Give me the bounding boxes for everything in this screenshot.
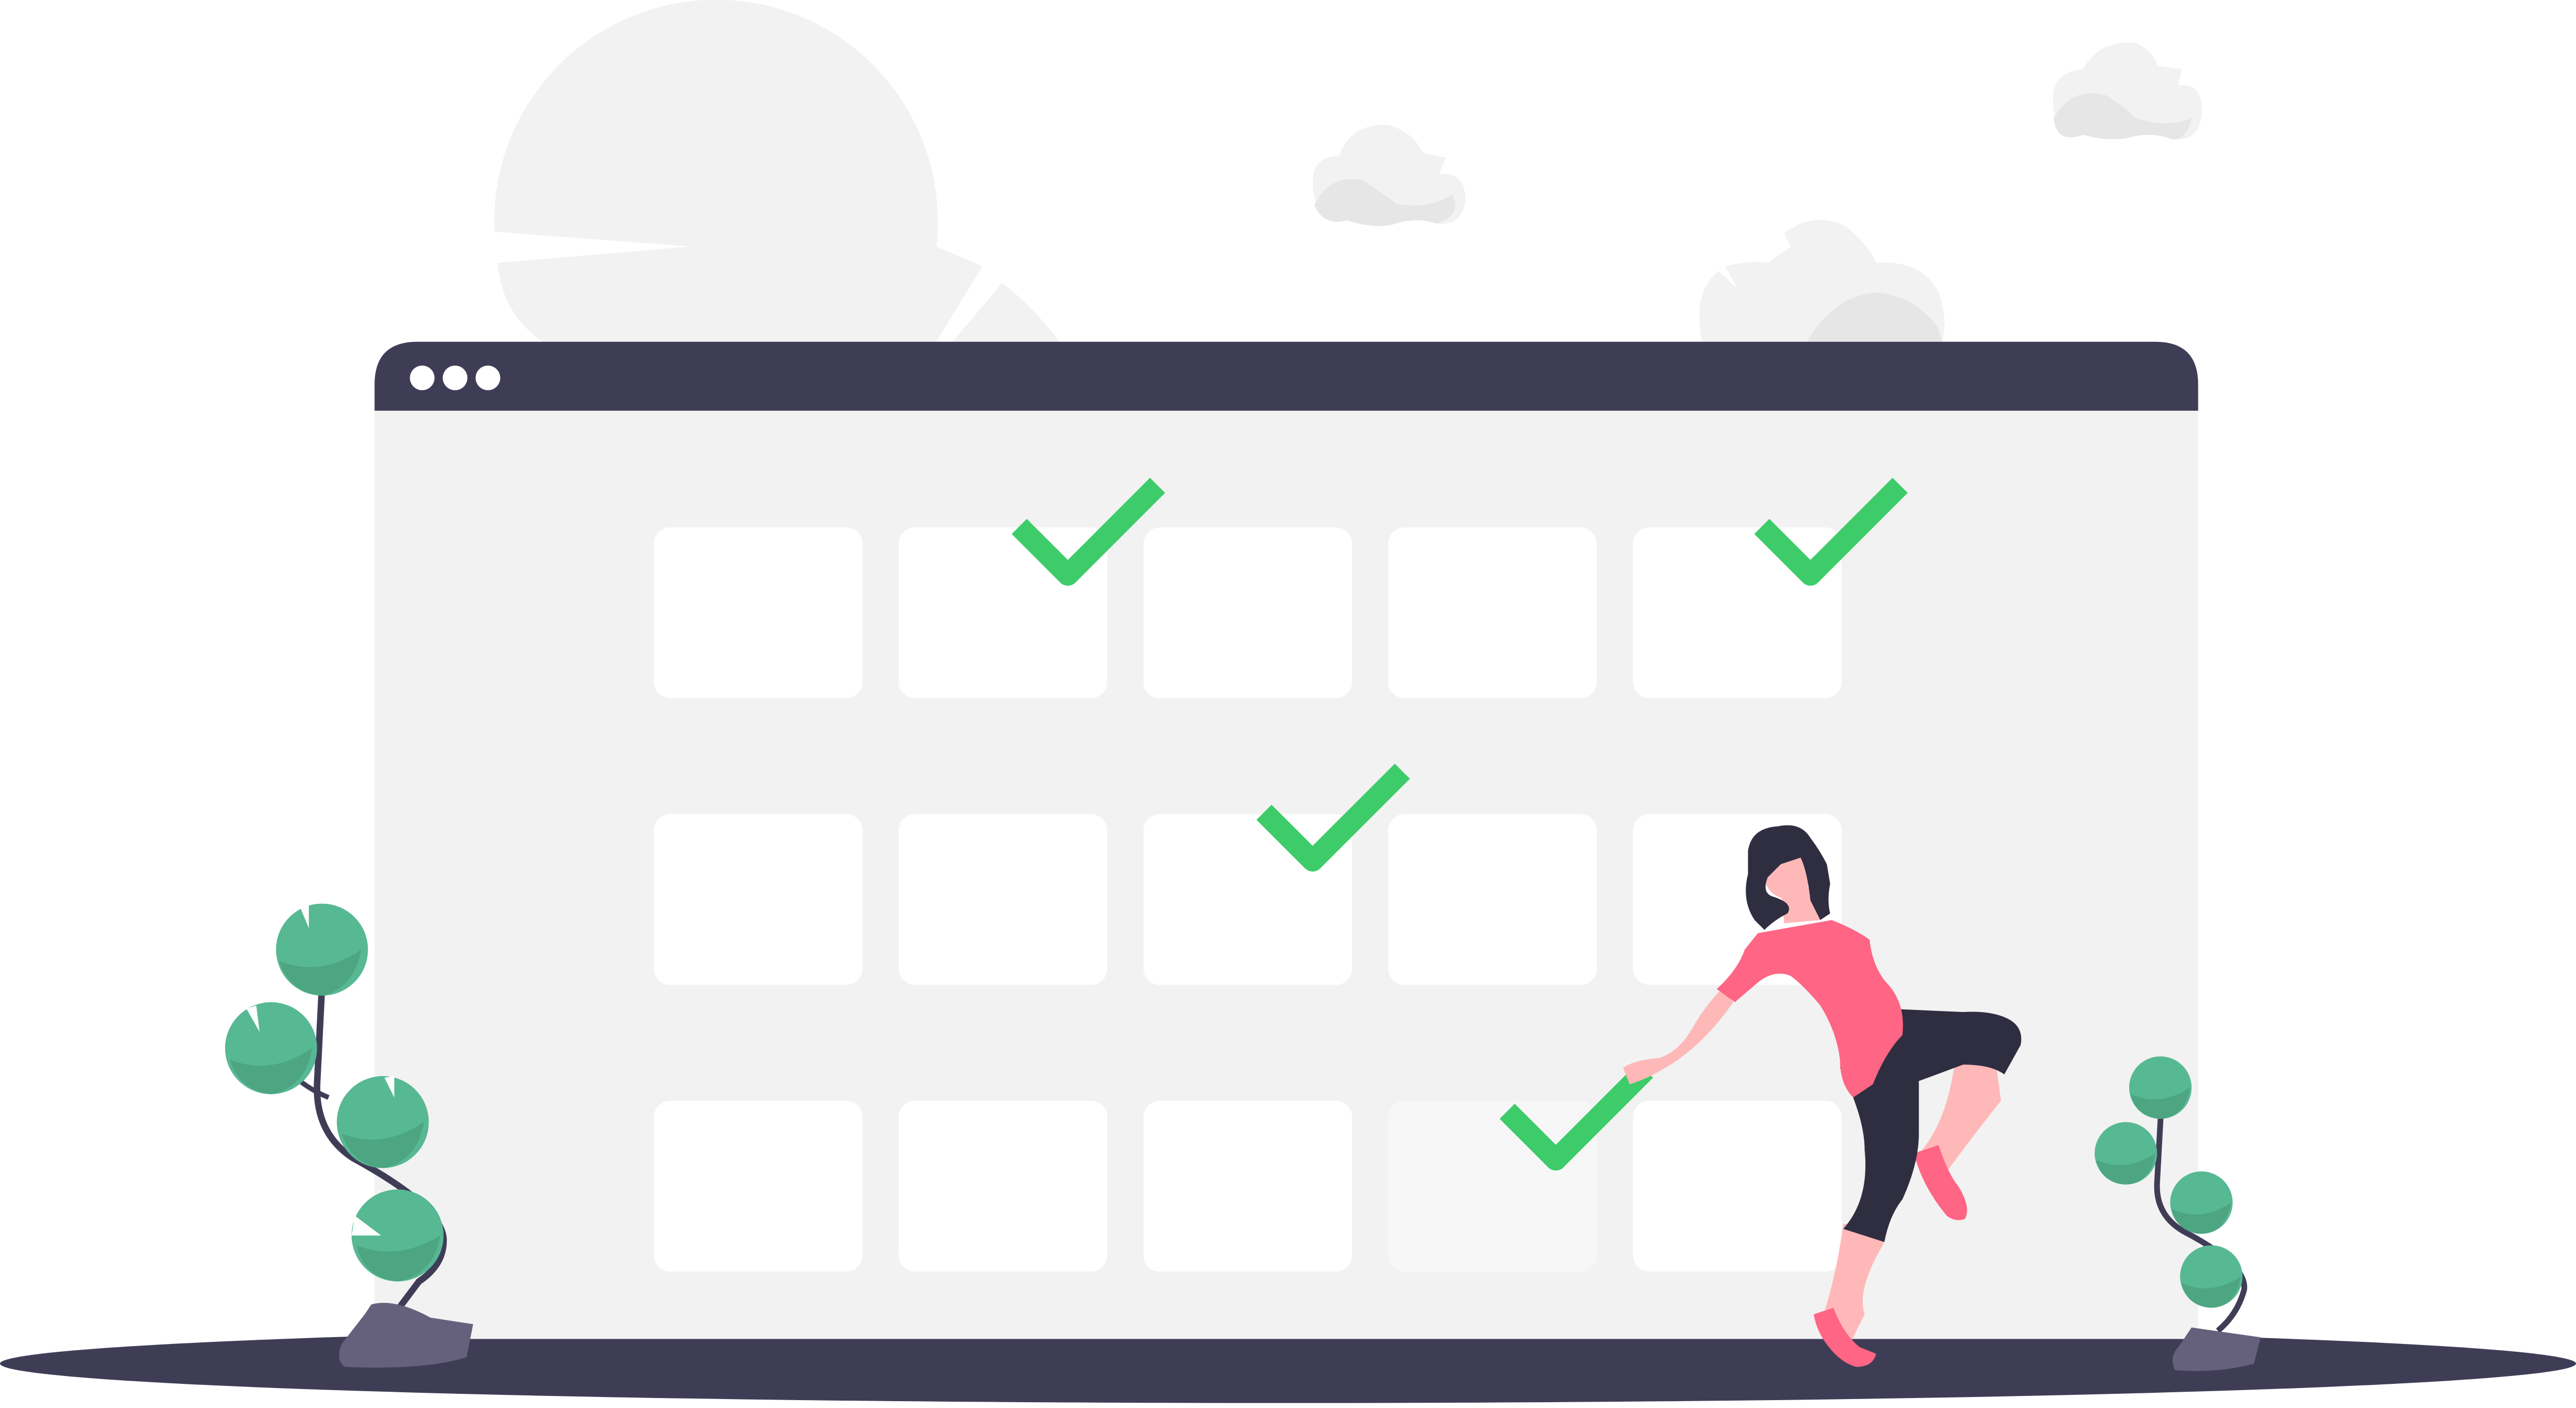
calendar-cell bbox=[654, 1100, 863, 1272]
calendar-cell bbox=[1388, 814, 1597, 985]
background-pie-slice bbox=[953, 283, 1060, 342]
calendar-cell bbox=[654, 527, 863, 698]
leaf-icon bbox=[337, 1076, 429, 1169]
calendar-cell bbox=[1388, 1100, 1597, 1272]
leaf-icon bbox=[2094, 1122, 2157, 1185]
calendar-cell bbox=[654, 814, 863, 985]
cloud-icon bbox=[1699, 220, 1945, 342]
calendar-grid bbox=[654, 527, 1842, 1272]
calendar-cell bbox=[1143, 527, 1352, 698]
leaf-icon bbox=[351, 1189, 444, 1282]
calendar-cell bbox=[899, 1100, 1108, 1272]
calendar-illustration bbox=[0, 0, 2576, 1408]
calendar-cell bbox=[1143, 1100, 1352, 1272]
leaf-icon bbox=[276, 903, 368, 996]
calendar-cell bbox=[1633, 527, 1842, 698]
leaf-icon bbox=[2180, 1245, 2243, 1308]
background-pie-shape bbox=[494, 0, 983, 342]
calendar-cell bbox=[1388, 527, 1597, 698]
window-dot bbox=[475, 366, 500, 391]
calendar-cell bbox=[899, 814, 1108, 985]
leaf-icon bbox=[225, 1002, 317, 1094]
background-shapes bbox=[494, 0, 2202, 342]
cloud-icon bbox=[1312, 124, 1466, 226]
window-dot bbox=[410, 366, 435, 391]
calendar-cell bbox=[1633, 1100, 1842, 1272]
cloud-icon bbox=[2053, 42, 2202, 140]
leaf-icon bbox=[2129, 1056, 2192, 1119]
window-title-bar bbox=[374, 341, 2198, 411]
leaf-icon bbox=[2170, 1171, 2233, 1234]
window-dot bbox=[443, 366, 467, 391]
illustration-canvas bbox=[0, 0, 2576, 1403]
